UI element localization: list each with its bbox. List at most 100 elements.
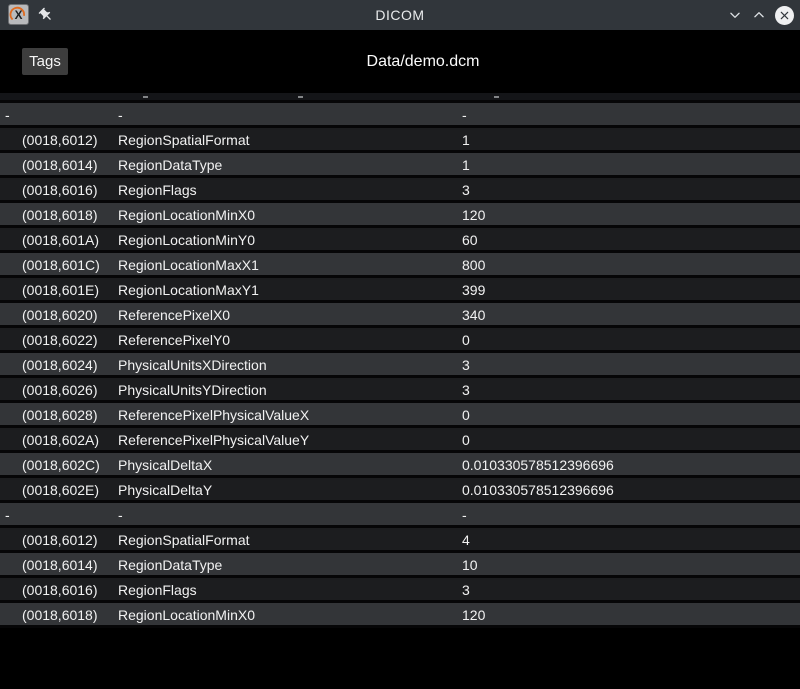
tag-table-body: - - - (0018,6012) RegionSpatialFormat 1 (0018,… xyxy=(0,103,800,628)
value-cell: 60 xyxy=(462,232,478,248)
dicom-window: X DICOM Tags Data/demo.dcm - - - (0018,6… xyxy=(0,0,800,689)
tag-cell: (0018,6016) xyxy=(22,582,98,598)
name-cell: RegionDataType xyxy=(118,557,223,573)
name-cell: PhysicalDeltaY xyxy=(118,482,213,498)
tag-cell: (0018,6012) xyxy=(22,132,98,148)
value-cell: 3 xyxy=(462,382,470,398)
table-row[interactable]: (0018,6012) RegionSpatialFormat 1 xyxy=(0,128,800,153)
value-cell: 3 xyxy=(462,357,470,373)
name-cell: RegionLocationMinX0 xyxy=(118,207,255,223)
table-row[interactable]: (0018,6016) RegionFlags 3 xyxy=(0,578,800,603)
value-cell: - xyxy=(462,107,467,123)
name-cell: ReferencePixelY0 xyxy=(118,332,231,348)
tag-table: - - - (0018,6012) RegionSpatialFormat 1 (0018,… xyxy=(0,93,800,689)
tag-cell: (0018,6018) xyxy=(22,207,98,223)
name-cell: ReferencePixelPhysicalValueY xyxy=(118,432,310,448)
tag-cell: (0018,6022) xyxy=(22,332,98,348)
tag-cell: (0018,6016) xyxy=(22,182,98,198)
name-cell: RegionLocationMinX0 xyxy=(118,607,255,623)
name-cell: RegionDataType xyxy=(118,157,223,173)
table-row[interactable]: (0018,6014) RegionDataType 1 xyxy=(0,153,800,178)
tag-cell: (0018,6014) xyxy=(22,557,98,573)
tag-cell: (0018,6012) xyxy=(22,532,98,548)
close-x-icon xyxy=(780,11,789,19)
table-row[interactable]: (0018,602E) PhysicalDeltaY 0.0103305785123… xyxy=(0,478,800,503)
value-cell: 3 xyxy=(462,582,470,598)
file-path-title: Data/demo.dcm xyxy=(366,52,480,70)
clipped-text-fragment xyxy=(298,96,303,98)
window-controls xyxy=(727,0,794,30)
clipped-text-fragment xyxy=(494,96,499,98)
table-row[interactable]: (0018,6028) ReferencePixelPhysicalValueX 0 xyxy=(0,403,800,428)
tag-cell: (0018,6018) xyxy=(22,607,98,623)
name-cell: RegionLocationMaxX1 xyxy=(118,257,259,273)
value-cell: 800 xyxy=(462,257,486,273)
tag-cell: (0018,6028) xyxy=(22,407,98,423)
titlebar: X DICOM xyxy=(0,0,800,30)
table-row[interactable]: (0018,602C) PhysicalDeltaX 0.0103305785123… xyxy=(0,453,800,478)
tag-cell: (0018,6014) xyxy=(22,157,98,173)
toolbar-header: Tags Data/demo.dcm xyxy=(0,30,800,93)
name-cell: RegionSpatialFormat xyxy=(118,132,250,148)
name-cell: RegionSpatialFormat xyxy=(118,532,250,548)
clipped-row xyxy=(0,93,800,103)
minimize-button[interactable] xyxy=(727,7,743,23)
value-cell: 0.010330578512396696 xyxy=(462,457,614,473)
table-row[interactable]: (0018,6014) RegionDataType 10 xyxy=(0,553,800,578)
value-cell: 0 xyxy=(462,332,470,348)
name-cell: ReferencePixelPhysicalValueX xyxy=(118,407,310,423)
tag-cell: (0018,6020) xyxy=(22,307,98,323)
table-row[interactable]: (0018,6026) PhysicalUnitsYDirection 3 xyxy=(0,378,800,403)
chevron-down-icon xyxy=(730,12,740,18)
value-cell: 0 xyxy=(462,432,470,448)
maximize-button[interactable] xyxy=(751,7,767,23)
tag-cell: (0018,601E) xyxy=(22,282,100,298)
name-cell: RegionLocationMaxY1 xyxy=(118,282,259,298)
table-row[interactable]: (0018,601E) RegionLocationMaxY1 399 xyxy=(0,278,800,303)
value-cell: 3 xyxy=(462,182,470,198)
value-cell: - xyxy=(462,507,467,523)
value-cell: 0 xyxy=(462,407,470,423)
table-row[interactable]: (0018,6022) ReferencePixelY0 0 xyxy=(0,328,800,353)
table-row[interactable]: (0018,602A) ReferencePixelPhysicalValueY 0 xyxy=(0,428,800,453)
tag-cell: - xyxy=(5,107,10,123)
table-row[interactable]: (0018,6018) RegionLocationMinX0 120 xyxy=(0,603,800,628)
clipped-text-fragment xyxy=(143,96,148,98)
name-cell: PhysicalUnitsXDirection xyxy=(118,357,267,373)
tag-cell: (0018,601C) xyxy=(22,257,100,273)
table-row[interactable]: (0018,6018) RegionLocationMinX0 120 xyxy=(0,203,800,228)
name-cell: PhysicalDeltaX xyxy=(118,457,213,473)
value-cell: 1 xyxy=(462,132,470,148)
table-row[interactable]: (0018,6016) RegionFlags 3 xyxy=(0,178,800,203)
name-cell: RegionFlags xyxy=(118,582,197,598)
tag-cell: (0018,602A) xyxy=(22,432,100,448)
table-row[interactable]: (0018,6020) ReferencePixelX0 340 xyxy=(0,303,800,328)
name-cell: - xyxy=(118,507,123,523)
name-cell: - xyxy=(118,107,123,123)
tag-cell: (0018,602C) xyxy=(22,457,100,473)
table-row[interactable]: (0018,6024) PhysicalUnitsXDirection 3 xyxy=(0,353,800,378)
name-cell: ReferencePixelX0 xyxy=(118,307,231,323)
table-row[interactable]: (0018,601A) RegionLocationMinY0 60 xyxy=(0,228,800,253)
group-separator-row[interactable]: --- xyxy=(0,503,800,528)
tag-cell: - xyxy=(5,507,10,523)
name-cell: PhysicalUnitsYDirection xyxy=(118,382,267,398)
table-row[interactable]: (0018,6012) RegionSpatialFormat 4 xyxy=(0,528,800,553)
value-cell: 120 xyxy=(462,607,486,623)
value-cell: 399 xyxy=(462,282,486,298)
group-separator-row[interactable]: --- xyxy=(0,103,800,128)
name-cell: RegionFlags xyxy=(118,182,197,198)
value-cell: 4 xyxy=(462,532,470,548)
value-cell: 1 xyxy=(462,157,470,173)
value-cell: 0.010330578512396696 xyxy=(462,482,614,498)
table-row[interactable]: (0018,601C) RegionLocationMaxX1 800 xyxy=(0,253,800,278)
tag-cell: (0018,602E) xyxy=(22,482,100,498)
value-cell: 340 xyxy=(462,307,486,323)
close-button[interactable] xyxy=(775,5,794,25)
tag-cell: (0018,6024) xyxy=(22,357,98,373)
tag-cell: (0018,6026) xyxy=(22,382,98,398)
value-cell: 10 xyxy=(462,557,478,573)
tag-cell: (0018,601A) xyxy=(22,232,100,248)
name-cell: RegionLocationMinY0 xyxy=(118,232,255,248)
chevron-up-icon xyxy=(754,12,764,18)
